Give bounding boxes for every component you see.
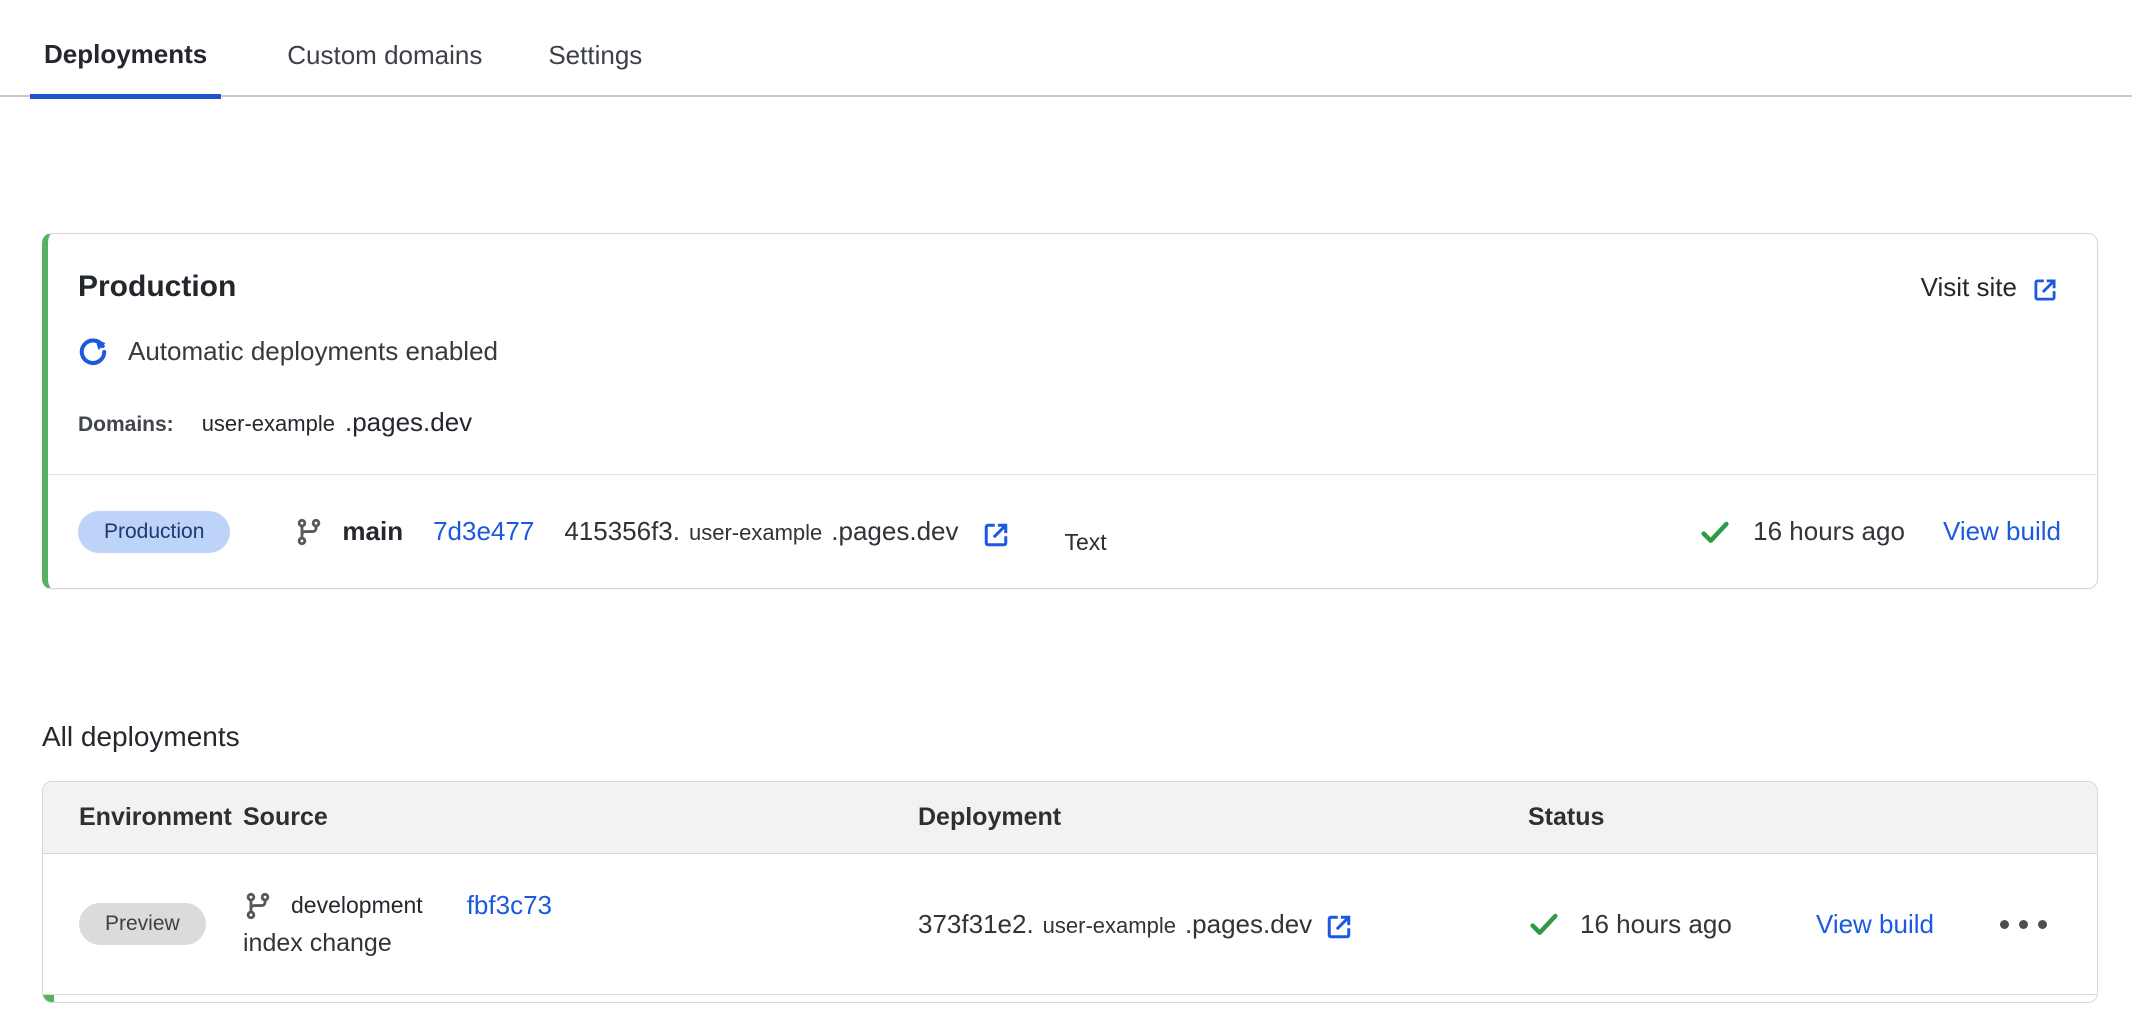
production-deployment-row: Production main 7d3e477 415356f3. user-e… [48, 475, 2097, 588]
deployment-url-suffix: .pages.dev [1185, 909, 1312, 940]
view-build-link[interactable]: View build [1943, 516, 2061, 547]
automatic-deployments-text: Automatic deployments enabled [128, 336, 498, 367]
all-deployments-title: All deployments [42, 721, 2132, 753]
deployment-url-prefix: 373f31e2. [918, 909, 1034, 940]
visit-site-link[interactable]: Visit site [1921, 272, 2059, 303]
production-domain: user-example .pages.dev [202, 407, 473, 438]
environment-badge-preview: Preview [79, 903, 206, 945]
table-row: Preview development fbf3c73 index change… [43, 854, 2097, 994]
check-icon [1699, 516, 1731, 548]
visit-site-label: Visit site [1921, 272, 2017, 303]
text-annotation: Text [1065, 529, 1107, 556]
environment-cell: Preview [43, 903, 243, 945]
tab-settings[interactable]: Settings [548, 40, 642, 95]
branch-group: main [294, 516, 403, 547]
git-branch-icon [243, 891, 273, 921]
source-cell: development fbf3c73 index change [243, 890, 918, 958]
column-header-status: Status [1528, 803, 2097, 832]
deployment-url: 373f31e2. user-example .pages.dev [918, 909, 1312, 940]
deployment-cell: 373f31e2. user-example .pages.dev [918, 909, 1528, 940]
domain-name: user-example [202, 411, 335, 437]
deployment-url-prefix: 415356f3. [564, 516, 680, 547]
external-link-icon [2031, 276, 2059, 304]
ellipsis-icon[interactable] [1996, 910, 2051, 939]
status-cell: 16 hours ago View build [1528, 908, 2097, 940]
external-link-icon[interactable] [1324, 912, 1354, 942]
domains-label: Domains: [78, 413, 174, 437]
deployment-url-domain: user-example [1043, 913, 1176, 939]
branch-name: development [291, 892, 423, 919]
production-title: Production [78, 270, 236, 304]
git-branch-icon [294, 517, 324, 547]
column-header-deployment: Deployment [918, 803, 1528, 832]
domain-suffix: .pages.dev [345, 407, 472, 438]
domains-row: Domains: user-example .pages.dev [78, 407, 2059, 438]
external-link-icon[interactable] [981, 520, 1011, 550]
deployment-url: 415356f3. user-example .pages.dev [564, 516, 958, 547]
branch-name: main [342, 516, 403, 547]
deployment-time: 16 hours ago [1753, 516, 1905, 547]
deployment-url-suffix: .pages.dev [831, 516, 958, 547]
production-status-group: 16 hours ago View build [1699, 516, 2061, 548]
refresh-icon [78, 337, 108, 367]
tab-deployments[interactable]: Deployments [30, 39, 221, 99]
check-icon [1528, 908, 1560, 940]
commit-link[interactable]: 7d3e477 [433, 516, 534, 547]
view-build-link[interactable]: View build [1816, 909, 1934, 940]
deployment-url-domain: user-example [689, 520, 822, 546]
deployment-time: 16 hours ago [1580, 909, 1732, 940]
production-card-header: Production Visit site [78, 270, 2059, 304]
tab-bar: Deployments Custom domains Settings [0, 0, 2132, 97]
all-deployments-table: Environment Source Deployment Status Pre… [42, 781, 2098, 1003]
commit-message: index change [243, 929, 918, 958]
automatic-deployments-row: Automatic deployments enabled [78, 336, 2059, 367]
next-row-success-bar [43, 995, 54, 1003]
commit-link[interactable]: fbf3c73 [467, 890, 552, 921]
tab-custom-domains[interactable]: Custom domains [287, 40, 482, 95]
production-card-top: Production Visit site [48, 234, 2097, 438]
environment-badge-production: Production [78, 511, 230, 553]
column-header-environment: Environment [43, 803, 243, 832]
table-header: Environment Source Deployment Status [43, 782, 2097, 854]
column-header-source: Source [243, 803, 918, 832]
production-card: Production Visit site [42, 233, 2098, 589]
next-row-stub [43, 994, 2097, 1002]
deployments-page: Deployments Custom domains Settings Prod… [0, 0, 2132, 1012]
source-branch-line: development fbf3c73 [243, 890, 918, 921]
